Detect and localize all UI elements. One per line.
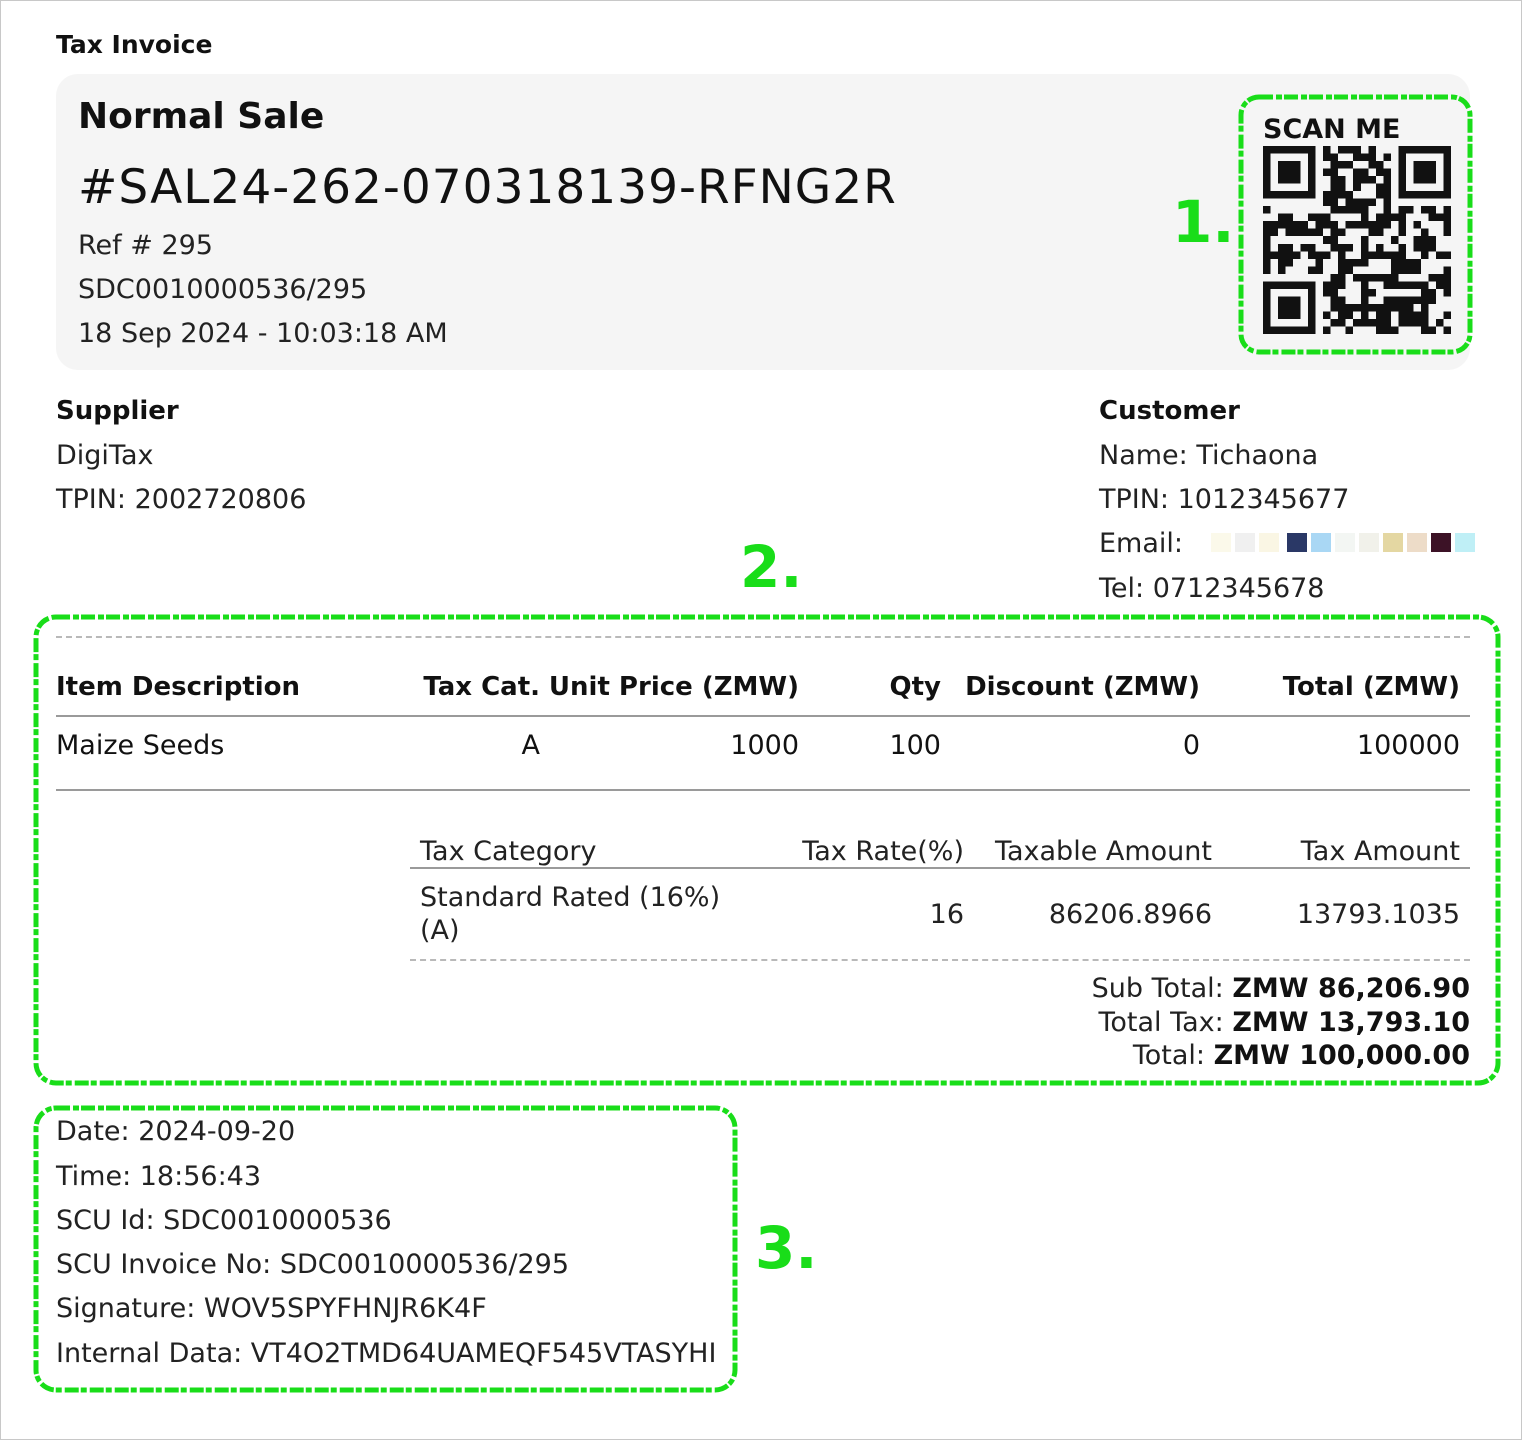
grand-total-label: Total: [1132,1040,1205,1071]
scu-internal-data: Internal Data: VT4O2TMD64UAMEQF545VTASYH… [56,1338,717,1369]
customer-name: Name: Tichaona [1099,440,1319,471]
customer-tel: Tel: 0712345678 [1099,573,1325,604]
sale-type: Normal Sale [78,96,325,137]
supplier-name: DigiTax [56,440,154,471]
annotation-label-2: 2. [740,533,803,601]
sub-total-value: ZMW 86,206.90 [1232,973,1470,1004]
qr-label: SCAN ME [1263,114,1401,145]
redaction-block [1431,533,1451,552]
item-unit-price: 1000 [730,730,799,761]
col-header-description: Item Description [56,672,301,702]
total-tax: Total Tax: ZMW 13,793.10 [1098,1007,1470,1038]
items-header-rule [56,715,1470,717]
item-qty: 100 [889,730,941,761]
tax-header-rule [410,867,1470,869]
sdc-invoice-number: SDC0010000536/295 [78,274,368,305]
redaction-block [1455,533,1475,552]
annotation-label-3: 3. [755,1214,818,1282]
item-tax-cat: A [521,730,540,761]
tax-bottom-divider [410,959,1470,961]
document-title: Tax Invoice [56,30,213,59]
scu-signature: Signature: WOV5SPYFHNJR6K4F [56,1293,487,1324]
scu-invoice-number: SCU Invoice No: SDC0010000536/295 [56,1249,570,1280]
tax-header-amount: Tax Amount [1300,836,1460,867]
grand-total-value: ZMW 100,000.00 [1213,1040,1470,1071]
tax-amount-value: 13793.1035 [1296,899,1460,930]
col-header-tax-cat: Tax Cat. [423,672,540,702]
sub-total: Sub Total: ZMW 86,206.90 [1092,973,1470,1004]
col-header-discount: Discount (ZMW) [965,672,1200,702]
scu-id: SCU Id: SDC0010000536 [56,1205,392,1236]
items-bottom-rule [56,789,1470,791]
item-total: 100000 [1356,730,1460,761]
redaction-block [1407,533,1427,552]
taxable-amount-value: 86206.8966 [1048,899,1212,930]
tax-category-line2: (A) [420,915,460,946]
customer-email-label: Email: [1099,528,1184,559]
item-description: Maize Seeds [56,730,225,761]
annotation-label-1: 1. [1172,188,1235,256]
redaction-block [1335,533,1355,552]
invoice-number: #SAL24-262-070318139-RFNG2R [78,160,897,215]
customer-tpin: TPIN: 1012345677 [1099,484,1350,515]
redaction-block [1259,533,1279,552]
redaction-block [1359,533,1379,552]
col-header-unit-price: Unit Price (ZMW) [548,672,799,702]
tax-category-line1: Standard Rated (16%) [420,882,721,913]
customer-heading: Customer [1099,396,1240,426]
item-discount: 0 [1182,730,1200,761]
tax-header-taxable: Taxable Amount [994,836,1212,867]
col-header-qty: Qty [889,672,941,702]
qr-code[interactable] [1263,146,1451,334]
supplier-heading: Supplier [56,396,179,426]
redaction-block [1383,533,1403,552]
redaction-block [1311,533,1331,552]
col-header-total: Total (ZMW) [1282,672,1460,702]
redaction-block [1235,533,1255,552]
grand-total: Total: ZMW 100,000.00 [1133,1040,1470,1071]
invoice-datetime: 18 Sep 2024 - 10:03:18 AM [78,318,448,349]
scu-date: Date: 2024-09-20 [56,1116,296,1147]
sub-total-label: Sub Total: [1091,973,1224,1004]
redaction-block [1287,533,1307,552]
scu-time: Time: 18:56:43 [56,1161,262,1192]
tax-rate-value: 16 [929,899,964,930]
supplier-tpin: TPIN: 2002720806 [56,484,307,515]
items-top-divider [56,636,1470,638]
reference-number: Ref # 295 [78,230,213,261]
total-tax-value: ZMW 13,793.10 [1232,1007,1470,1038]
redaction-block [1211,533,1231,552]
total-tax-label: Total Tax: [1098,1007,1224,1038]
tax-header-category: Tax Category [420,836,597,867]
tax-header-rate: Tax Rate(%) [802,836,964,867]
